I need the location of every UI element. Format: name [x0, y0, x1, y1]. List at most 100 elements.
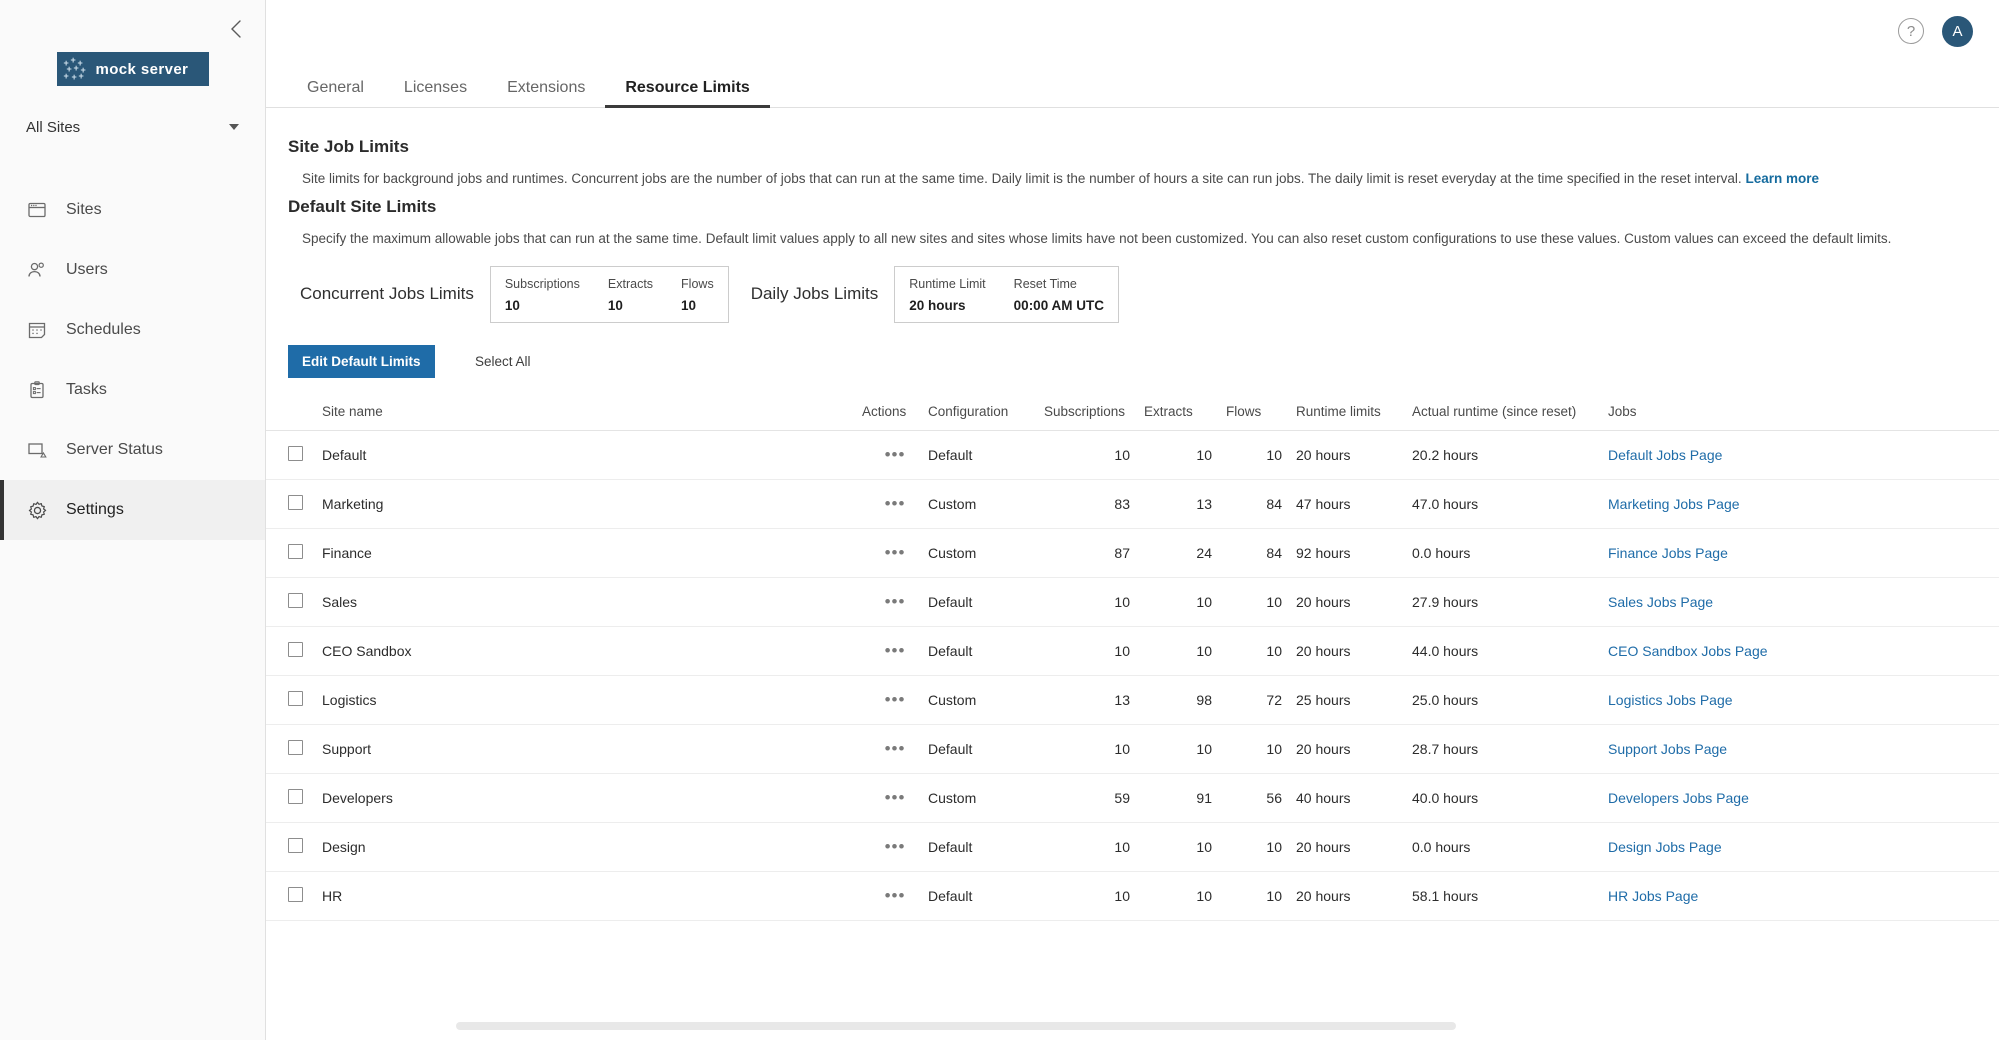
row-actions-menu-icon[interactable]: ••• [885, 837, 906, 856]
table-row[interactable]: Default•••Default10101020 hours20.2 hour… [266, 430, 1999, 479]
cell-jobs: Developers Jobs Page [1608, 773, 1999, 822]
row-actions-menu-icon[interactable]: ••• [885, 592, 906, 611]
sidebar-nav: Sites Users [0, 180, 265, 540]
row-actions-menu-icon[interactable]: ••• [885, 739, 906, 758]
tab-resource-limits[interactable]: Resource Limits [605, 80, 769, 107]
table-row[interactable]: Design•••Default10101020 hours0.0 hoursD… [266, 822, 1999, 871]
cell-site-name: Marketing [322, 479, 862, 528]
sites-table-head: Site name Actions Configuration Subscrip… [266, 404, 1999, 431]
row-actions-cell: ••• [862, 822, 928, 871]
table-row[interactable]: Finance•••Custom87248492 hours0.0 hoursF… [266, 528, 1999, 577]
header-subscriptions[interactable]: Subscriptions [1044, 404, 1144, 431]
header-flows[interactable]: Flows [1226, 404, 1296, 431]
cell-extracts: 91 [1144, 773, 1226, 822]
row-actions-cell: ••• [862, 430, 928, 479]
cell-extracts: 10 [1144, 871, 1226, 920]
header-jobs[interactable]: Jobs [1608, 404, 1999, 431]
row-checkbox[interactable] [288, 446, 303, 461]
sidebar-collapse-button[interactable] [221, 14, 251, 44]
cell-runtime-limits: 20 hours [1296, 822, 1412, 871]
row-checkbox-cell [266, 479, 322, 528]
row-actions-menu-icon[interactable]: ••• [885, 788, 906, 807]
row-actions-menu-icon[interactable]: ••• [885, 690, 906, 709]
jobs-page-link[interactable]: Sales Jobs Page [1608, 594, 1713, 610]
jobs-page-link[interactable]: Default Jobs Page [1608, 447, 1722, 463]
horizontal-scrollbar[interactable] [456, 1022, 1456, 1030]
row-actions-menu-icon[interactable]: ••• [885, 494, 906, 513]
table-row[interactable]: Support•••Default10101020 hours28.7 hour… [266, 724, 1999, 773]
cell-flows: 56 [1226, 773, 1296, 822]
cell-actual-runtime: 47.0 hours [1412, 479, 1608, 528]
site-job-limits-title: Site Job Limits [266, 137, 1999, 157]
site-selector[interactable]: All Sites [0, 110, 265, 144]
row-checkbox[interactable] [288, 691, 303, 706]
jobs-page-link[interactable]: Support Jobs Page [1608, 741, 1727, 757]
limit-flows: Flows 10 [667, 275, 728, 313]
edit-default-limits-button[interactable]: Edit Default Limits [288, 345, 435, 378]
cell-configuration: Default [928, 577, 1044, 626]
avatar[interactable]: A [1942, 16, 1973, 47]
header-configuration[interactable]: Configuration [928, 404, 1044, 431]
header-site-name[interactable]: Site name [322, 404, 862, 431]
tab-general[interactable]: General [287, 80, 384, 107]
table-row[interactable]: Marketing•••Custom83138447 hours47.0 hou… [266, 479, 1999, 528]
learn-more-link[interactable]: Learn more [1745, 171, 1819, 186]
brand-logo[interactable]: + + + + + + + + + mock server [0, 52, 265, 86]
jobs-page-link[interactable]: CEO Sandbox Jobs Page [1608, 643, 1768, 659]
sidebar-item-sites[interactable]: Sites [0, 180, 265, 240]
cell-runtime-limits: 20 hours [1296, 577, 1412, 626]
tab-licenses[interactable]: Licenses [384, 80, 487, 107]
site-selector-label: All Sites [26, 119, 80, 136]
cell-site-name: Sales [322, 577, 862, 626]
sites-table: Site name Actions Configuration Subscrip… [266, 404, 1999, 921]
sidebar-item-tasks[interactable]: Tasks [0, 360, 265, 420]
sidebar-item-schedules[interactable]: Schedules [0, 300, 265, 360]
header-runtime-limits[interactable]: Runtime limits [1296, 404, 1412, 431]
jobs-page-link[interactable]: Logistics Jobs Page [1608, 692, 1733, 708]
help-circle-icon[interactable]: ? [1898, 18, 1924, 44]
logo-mark-icon: + + + + + + + + + [63, 56, 89, 82]
header-actual-runtime[interactable]: Actual runtime (since reset) [1412, 404, 1608, 431]
row-checkbox[interactable] [288, 642, 303, 657]
table-row[interactable]: Logistics•••Custom13987225 hours25.0 hou… [266, 675, 1999, 724]
cell-actual-runtime: 20.2 hours [1412, 430, 1608, 479]
limit-value: 20 hours [909, 298, 985, 313]
users-icon [26, 259, 48, 281]
jobs-page-link[interactable]: Design Jobs Page [1608, 839, 1722, 855]
row-checkbox[interactable] [288, 740, 303, 755]
limit-header: Flows [681, 275, 714, 294]
table-row[interactable]: Developers•••Custom59915640 hours40.0 ho… [266, 773, 1999, 822]
jobs-page-link[interactable]: HR Jobs Page [1608, 888, 1698, 904]
cell-configuration: Custom [928, 479, 1044, 528]
jobs-page-link[interactable]: Developers Jobs Page [1608, 790, 1749, 806]
table-row[interactable]: Sales•••Default10101020 hours27.9 hoursS… [266, 577, 1999, 626]
limit-header: Reset Time [1014, 275, 1104, 294]
cell-configuration: Custom [928, 675, 1044, 724]
jobs-page-link[interactable]: Finance Jobs Page [1608, 545, 1728, 561]
table-row[interactable]: CEO Sandbox•••Default10101020 hours44.0 … [266, 626, 1999, 675]
table-row[interactable]: HR•••Default10101020 hours58.1 hoursHR J… [266, 871, 1999, 920]
jobs-page-link[interactable]: Marketing Jobs Page [1608, 496, 1740, 512]
row-actions-menu-icon[interactable]: ••• [885, 641, 906, 660]
tab-extensions[interactable]: Extensions [487, 80, 605, 107]
limit-value: 10 [505, 298, 580, 313]
sidebar-item-users[interactable]: Users [0, 240, 265, 300]
cell-extracts: 10 [1144, 626, 1226, 675]
sidebar-item-server-status[interactable]: Server Status [0, 420, 265, 480]
row-checkbox[interactable] [288, 789, 303, 804]
sites-icon [26, 199, 48, 221]
cell-actual-runtime: 0.0 hours [1412, 528, 1608, 577]
row-checkbox[interactable] [288, 593, 303, 608]
row-actions-menu-icon[interactable]: ••• [885, 543, 906, 562]
row-checkbox[interactable] [288, 495, 303, 510]
select-all-button[interactable]: Select All [439, 354, 531, 369]
row-checkbox[interactable] [288, 544, 303, 559]
row-actions-menu-icon[interactable]: ••• [885, 886, 906, 905]
row-checkbox[interactable] [288, 887, 303, 902]
header-extracts[interactable]: Extracts [1144, 404, 1226, 431]
cell-site-name: Default [322, 430, 862, 479]
row-actions-menu-icon[interactable]: ••• [885, 445, 906, 464]
sidebar-item-settings[interactable]: Settings [0, 480, 265, 540]
row-checkbox-cell [266, 528, 322, 577]
row-checkbox[interactable] [288, 838, 303, 853]
